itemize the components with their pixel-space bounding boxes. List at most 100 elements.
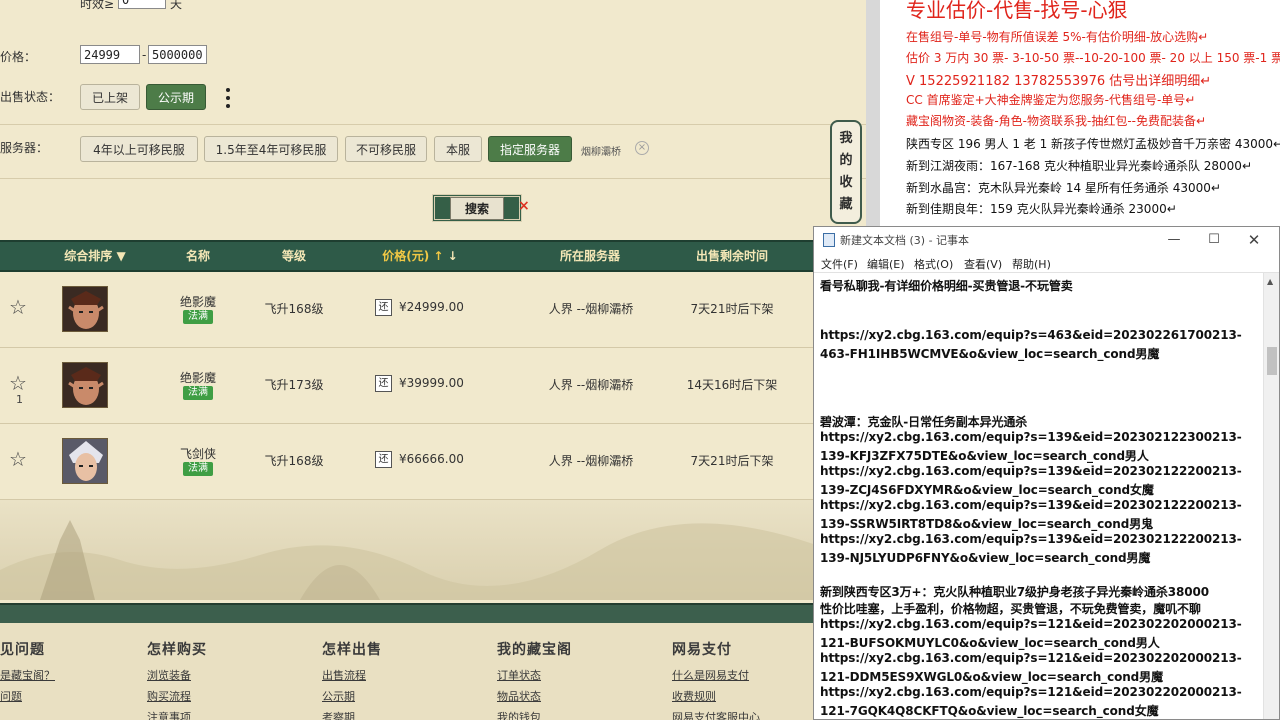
remaining-time: 7天21时后下架 xyxy=(690,302,774,316)
price-min-input[interactable]: 24999 xyxy=(80,45,140,64)
footer-link[interactable]: 考察期 xyxy=(322,709,355,720)
vertical-scrollbar[interactable]: ▲ xyxy=(1263,273,1279,719)
character-server: 人界 --烟柳灞桥 xyxy=(548,302,634,316)
scroll-thumb[interactable] xyxy=(1267,347,1277,375)
text-line: https://xy2.cbg.163.com/equip?s=463&eid=… xyxy=(820,328,1242,342)
notepad-icon xyxy=(823,233,835,247)
server-label: 服务器： xyxy=(0,141,49,155)
footer-link[interactable]: 什么是网易支付 xyxy=(672,667,749,683)
text-line: https://xy2.cbg.163.com/equip?s=139&eid=… xyxy=(820,532,1242,546)
menu-format[interactable]: 格式(O) xyxy=(914,256,953,272)
doc-line: 陕西专区 196 男人 1 老 1 新孩子传世燃灯孟极妙音千万亲密 43000↵ xyxy=(906,137,1280,151)
character-server: 人界 --烟柳灞桥 xyxy=(548,378,634,392)
menu-file[interactable]: 文件(F) xyxy=(821,256,858,272)
character-avatar[interactable] xyxy=(62,362,108,408)
status-listed-button[interactable]: 已上架 xyxy=(80,84,140,110)
character-level: 飞升168级 xyxy=(264,454,324,468)
divider xyxy=(0,178,866,179)
character-name[interactable]: 绝影魔 xyxy=(160,293,236,310)
bargain-icon[interactable]: 还 xyxy=(375,299,392,316)
close-icon[interactable]: ✕ xyxy=(1239,230,1269,250)
notepad-text-area[interactable]: 看号私聊我-有详细价格明细-买贵管退-不玩管卖 https://xy2.cbg.1… xyxy=(814,273,1263,719)
collection-tab-char: 我 xyxy=(839,131,853,146)
clear-server-icon[interactable]: × xyxy=(635,141,649,155)
text-line: https://xy2.cbg.163.com/equip?s=121&eid=… xyxy=(820,685,1242,699)
search-close-icon[interactable]: × xyxy=(518,198,530,214)
status-badge: 法满 xyxy=(183,462,213,476)
text-line: 碧波潭：克金队-日常任务副本异光通杀 xyxy=(820,415,1028,429)
footer-link[interactable]: 网易支付客服中心 xyxy=(672,709,760,720)
doc-line: V 15225921182 13782553976 估号出详细明细↵ xyxy=(906,74,1212,89)
doc-title: 专业估价-代售-找号-心狠 xyxy=(906,0,1128,22)
remaining-time: 14天16时后下架 xyxy=(686,378,778,392)
text-line: 139-ZCJ4S6FDXYMR&o&view_loc=search_cond女… xyxy=(820,483,1154,497)
text-line: 性价比哇塞，上手盈利，价格物超，买贵管退，不玩免费管卖，魔叽不聊 xyxy=(820,602,1201,616)
server-btn-this[interactable]: 本服 xyxy=(434,136,482,162)
notepad-titlebar[interactable]: 新建文本文档 (3) - 记事本 — ☐ ✕ xyxy=(814,227,1279,253)
footer-title-mine: 我的藏宝阁 xyxy=(497,642,572,658)
remaining-time: 7天21时后下架 xyxy=(690,454,774,468)
table-row[interactable]: ☆ 1 绝影魔 法满 飞升173级 还 ¥39999.00 人界 --烟柳灞桥 … xyxy=(0,348,816,424)
footer-link[interactable]: 问题 xyxy=(0,688,22,704)
footer-link[interactable]: 出售流程 xyxy=(322,667,366,683)
character-name[interactable]: 飞剑侠 xyxy=(160,445,236,462)
footer-divider-bar xyxy=(0,603,866,623)
text-line: 121-7GQK4Q8CKFTQ&o&view_loc=search_cond女… xyxy=(820,704,1159,718)
bargain-icon[interactable]: 还 xyxy=(375,451,392,468)
bargain-icon[interactable]: 还 xyxy=(375,375,392,392)
footer-title-faq: 见问题 xyxy=(0,642,45,658)
menu-view[interactable]: 查看(V) xyxy=(964,256,1002,272)
server-btn-1-5yr[interactable]: 1.5年至4年可移民服 xyxy=(204,136,338,162)
count-unit: 天 xyxy=(170,0,183,11)
status-public-button[interactable]: 公示期 xyxy=(146,84,206,110)
footer-link[interactable]: 物品状态 xyxy=(497,688,541,704)
more-options-icon[interactable] xyxy=(224,88,232,108)
doc-line: 新到江湖夜雨：167-168 克火种植职业异光秦岭通杀队 28000↵ xyxy=(906,159,1252,173)
favorite-star-icon[interactable]: ☆ xyxy=(9,373,27,393)
count-input[interactable]: 0 xyxy=(118,0,166,9)
search-button[interactable]: 搜索 xyxy=(432,194,522,222)
doc-line: 新到佳期良年：159 克火队异光秦岭通杀 23000↵ xyxy=(906,202,1177,216)
server-btn-no-migrate[interactable]: 不可移民服 xyxy=(345,136,427,162)
character-avatar[interactable] xyxy=(62,286,108,332)
notepad-window: 新建文本文档 (3) - 记事本 — ☐ ✕ 文件(F) 编辑(E) 格式(O)… xyxy=(813,226,1280,720)
price-max-input[interactable]: 5000000 xyxy=(148,45,207,64)
name-header: 名称 xyxy=(185,249,210,263)
table-row[interactable]: ☆ 绝影魔 法满 飞升168级 还 ¥24999.00 人界 --烟柳灞桥 7天… xyxy=(0,272,816,348)
footer-link[interactable]: 公示期 xyxy=(322,688,355,704)
server-btn-4yr[interactable]: 4年以上可移民服 xyxy=(80,136,198,162)
scroll-up-icon[interactable]: ▲ xyxy=(1267,277,1273,286)
footer-link[interactable]: 注意事项 xyxy=(147,709,191,720)
footer-link[interactable]: 订单状态 xyxy=(497,667,541,683)
menu-help[interactable]: 帮助(H) xyxy=(1012,256,1051,272)
text-line: https://xy2.cbg.163.com/equip?s=139&eid=… xyxy=(820,430,1242,444)
price-header[interactable]: 价格(元) ↑ ↓ xyxy=(370,242,470,270)
footer-link[interactable]: 收费规则 xyxy=(672,688,716,704)
text-line: 139-SSRW5IRT8TD8&o&view_loc=search_cond男… xyxy=(820,517,1154,531)
character-name[interactable]: 绝影魔 xyxy=(160,369,236,386)
text-line: https://xy2.cbg.163.com/equip?s=139&eid=… xyxy=(820,498,1242,512)
sort-overall-header[interactable]: 综合排序 ▼ xyxy=(60,242,130,270)
level-header: 等级 xyxy=(281,249,306,263)
text-line: 121-BUFSOKMUYLC0&o&view_loc=search_cond男… xyxy=(820,636,1160,650)
table-row[interactable]: ☆ 飞剑侠 法满 飞升168级 还 ¥66666.00 人界 --烟柳灞桥 7天… xyxy=(0,424,816,500)
results-table-header: 综合排序 ▼ 名称 等级 价格(元) ↑ ↓ 所在服务器 出售剩余时间 xyxy=(0,240,816,272)
server-btn-specified[interactable]: 指定服务器 xyxy=(488,136,572,162)
scenery-background xyxy=(0,500,866,600)
character-server: 人界 --烟柳灞桥 xyxy=(548,454,634,468)
my-collection-tab[interactable]: 我 的 收 藏 xyxy=(830,120,862,224)
minimize-icon[interactable]: — xyxy=(1159,230,1189,250)
status-label: 出售状态： xyxy=(0,90,61,104)
text-line: 139-KFJ3ZFX75DTE&o&view_loc=search_cond男… xyxy=(820,449,1149,463)
text-line: 121-DDM5ES9XWGL0&o&view_loc=search_cond男… xyxy=(820,670,1163,684)
selected-server: 烟柳灞桥 xyxy=(581,147,621,158)
favorite-star-icon[interactable]: ☆ xyxy=(9,449,27,469)
footer-link[interactable]: 是藏宝阁？ xyxy=(0,667,55,683)
menu-edit[interactable]: 编辑(E) xyxy=(867,256,905,272)
footer-link[interactable]: 购买流程 xyxy=(147,688,191,704)
footer-link[interactable]: 我的钱包 xyxy=(497,709,541,720)
maximize-icon[interactable]: ☐ xyxy=(1199,230,1229,250)
favorite-star-icon[interactable]: ☆ xyxy=(9,297,27,317)
character-avatar[interactable] xyxy=(62,438,108,484)
footer-link[interactable]: 浏览装备 xyxy=(147,667,191,683)
